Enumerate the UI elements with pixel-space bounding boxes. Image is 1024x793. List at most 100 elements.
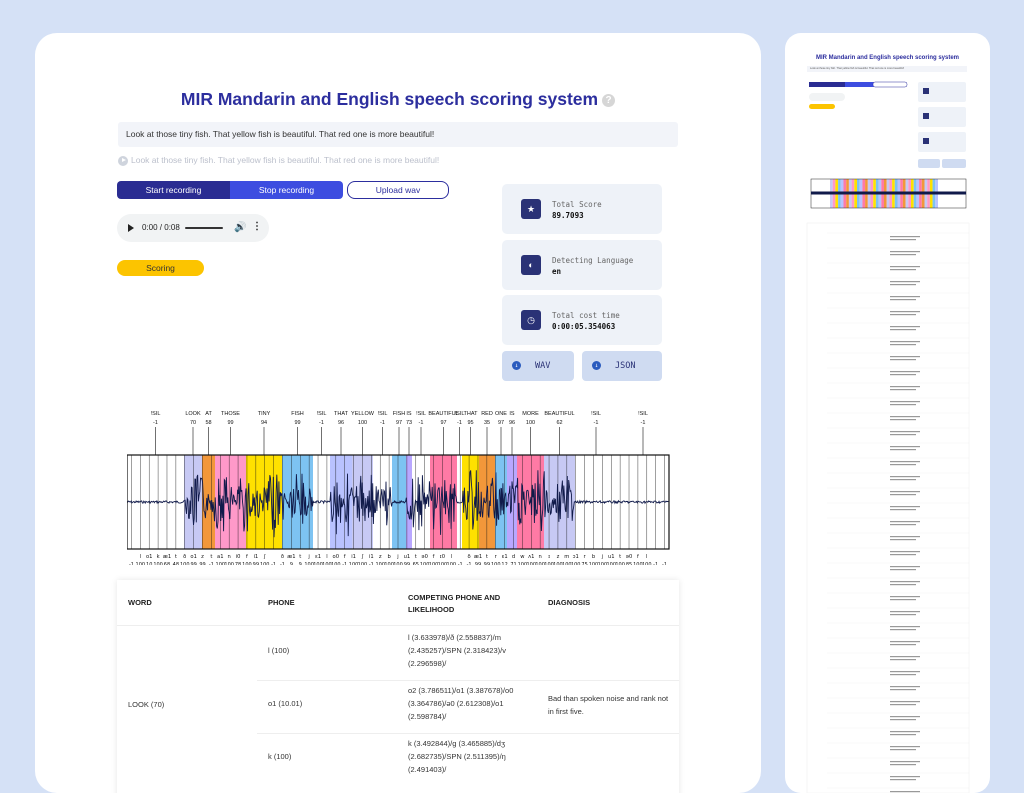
phone-score: 99: [199, 562, 205, 565]
mini-text-line: [890, 449, 916, 451]
word-label: AT: [205, 411, 212, 417]
mini-text-line: [890, 569, 916, 571]
column-header-diagnosis: DIAGNOSIS: [548, 598, 591, 607]
help-circle-icon[interactable]: ?: [602, 93, 616, 107]
phone-score: 100: [642, 562, 652, 565]
phone-label: r: [495, 554, 498, 560]
mini-stat-icon: [923, 138, 929, 144]
phone-label: k: [157, 554, 160, 560]
phone-label: ɪ0: [440, 554, 445, 560]
mini-text-line: [890, 536, 920, 538]
phone-label: r: [584, 554, 587, 560]
play-circle-icon[interactable]: [118, 155, 128, 166]
phone-label: ə0: [626, 554, 633, 560]
audio-progress-track[interactable]: [185, 227, 223, 229]
phone-label: æ1: [163, 554, 171, 560]
audio-player[interactable]: 0:00 / 0:08 🔊 ⋮: [117, 214, 269, 242]
column-header-competing: COMPETING PHONE AND LIKELIHOOD: [408, 593, 501, 614]
phone-score: 100: [447, 562, 457, 565]
phone-score: -1: [662, 562, 667, 565]
phone-label: f: [246, 554, 248, 560]
phone-label: a1: [217, 554, 223, 560]
mini-text-line: [890, 641, 920, 643]
mini-text-line: [890, 284, 916, 286]
word-label: IS: [509, 411, 515, 417]
mini-text-line: [890, 779, 916, 781]
mini-upload-button: [872, 81, 908, 88]
diagnosis-cell: Bad than spoken noise and rank not in fi…: [548, 694, 669, 716]
word-score: 99: [294, 420, 300, 426]
phone-label: d: [512, 554, 515, 560]
mini-text-line: [890, 419, 916, 421]
phone-label: w: [520, 554, 525, 560]
mini-text-line: [890, 281, 920, 283]
mini-text-line: [890, 599, 916, 601]
stat-value: en: [552, 267, 562, 276]
phone-label: u1: [404, 554, 411, 560]
column-header-word: WORD: [128, 598, 152, 607]
mini-text-line: [890, 386, 920, 388]
stat-label: Total Score: [552, 200, 602, 209]
table-header: WORD PHONE COMPETING PHONE AND LIKELIHOO…: [117, 580, 679, 626]
phone-score: 100: [224, 562, 234, 565]
phone-score: 100: [358, 562, 368, 565]
phone-score: -1: [369, 562, 374, 565]
stop-recording-button[interactable]: Stop recording: [230, 181, 343, 199]
word-score: 96: [509, 420, 515, 426]
phone-score: 100: [153, 562, 163, 565]
phone-label: t: [619, 554, 621, 560]
phone-label: t: [210, 554, 212, 560]
mini-text-line: [890, 614, 916, 616]
mini-text-line: [890, 446, 920, 448]
phone-label: æ1: [287, 554, 295, 560]
phone-label: z: [201, 554, 204, 560]
phone-label: ð: [183, 554, 186, 560]
word-score: -1: [153, 420, 158, 426]
word-segment: [507, 455, 517, 549]
scoring-button[interactable]: Scoring: [117, 260, 204, 276]
mini-text-line: [890, 461, 920, 463]
phone-score: 75: [581, 562, 587, 565]
mini-score-button: [809, 104, 835, 109]
mini-text-line: [890, 326, 920, 328]
phone-label: f: [637, 554, 639, 560]
volume-icon[interactable]: 🔊: [234, 222, 246, 233]
download-icon: ↓: [512, 361, 521, 370]
mini-text-line: [890, 551, 920, 553]
mini-text-line: [890, 341, 920, 343]
phone-label: j: [601, 554, 603, 560]
mini-text-line: [890, 524, 916, 526]
mini-text-line: [890, 659, 916, 661]
stat-value: 0:00:05.354063: [552, 322, 616, 331]
reference-text: Look at those tiny fish. That yellow fis…: [131, 155, 440, 165]
mini-text-line: [890, 581, 920, 583]
phone-label: t: [299, 554, 301, 560]
word-score: 94: [261, 420, 267, 426]
download-json-button[interactable]: ↓ JSON: [582, 351, 662, 381]
phone-score: 99: [253, 562, 259, 565]
play-icon[interactable]: [128, 224, 134, 232]
phone-score: 100: [331, 562, 341, 565]
mini-text-line: [890, 509, 916, 511]
word-label: !SIL: [638, 411, 648, 417]
more-options-icon[interactable]: ⋮: [252, 221, 262, 232]
word-label: RED: [481, 411, 493, 417]
mini-text-line: [890, 254, 916, 256]
mini-text-line: [890, 521, 920, 523]
upload-wav-button[interactable]: Upload wav: [347, 181, 449, 199]
reference-audio-line[interactable]: Look at those tiny fish. That yellow fis…: [118, 155, 439, 166]
word-label: LOOK: [185, 411, 201, 417]
download-wav-button[interactable]: ↓ WAV: [502, 351, 574, 381]
sentence-input[interactable]: Look at those tiny fish. That yellow fis…: [118, 122, 678, 147]
mini-text-line: [890, 584, 916, 586]
phone-label: i1: [351, 554, 356, 560]
word-label: THAT: [334, 411, 349, 417]
word-score: 73: [406, 420, 412, 426]
phone-score: 100: [615, 562, 625, 565]
phone-label: t: [415, 554, 417, 560]
main-panel: MIR Mandarin and English speech scoring …: [35, 33, 761, 793]
waveform-alignment-chart[interactable]: !SIL-1LOOK70AT58THOSE99TINY94FISH99!SIL-…: [127, 405, 672, 565]
row-divider: [257, 680, 679, 681]
phone-label: t: [175, 554, 177, 560]
start-recording-button[interactable]: Start recording: [117, 181, 230, 199]
